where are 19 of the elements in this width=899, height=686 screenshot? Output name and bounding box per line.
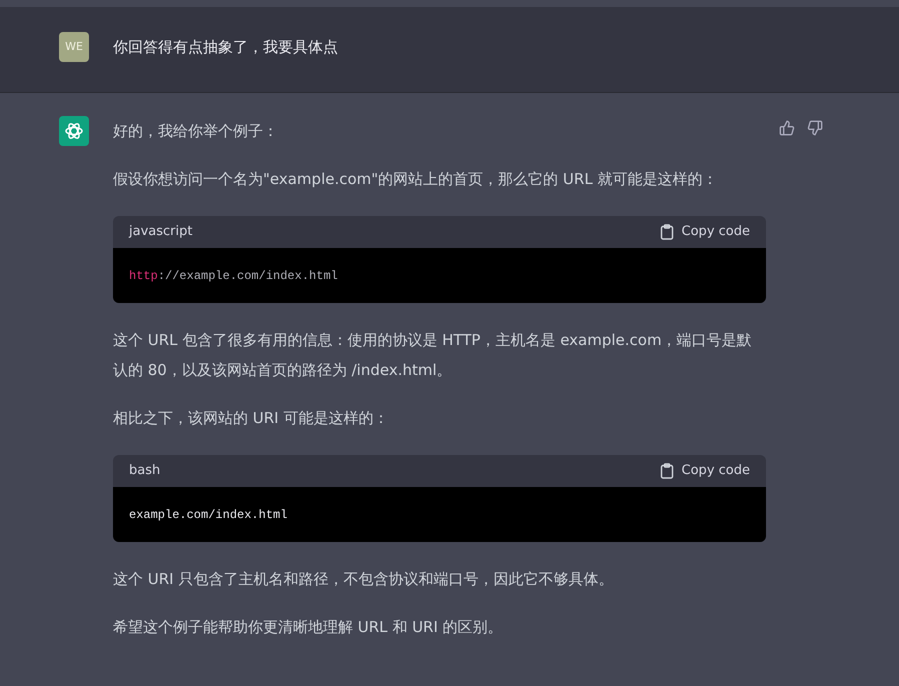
clipboard-icon [660, 224, 674, 240]
knot-logo-icon [64, 121, 84, 141]
message-paragraph: 好的，我给你举个例子： [113, 121, 279, 142]
copy-code-button[interactable]: Copy code [660, 222, 750, 242]
thumbs-up-icon[interactable] [779, 120, 795, 136]
user-avatar: WE [59, 32, 89, 62]
message-paragraph: 这个 URL 包含了很多有用的信息：使用的协议是 HTTP，主机名是 example.com，端口号是默认的 80，以及该网站首页的路径为 /index.html。 [113, 330, 753, 381]
code-line: http://example.com/index.html [129, 268, 338, 284]
message-paragraph: 相比之下，该网站的 URI 可能是这样的： [113, 408, 390, 429]
message-paragraph: 假设你想访问一个名为"example.com"的网站上的首页，那么它的 URL 就可能是这样的： [113, 169, 718, 190]
message-paragraph: 这个 URI 只包含了主机名和路径，不包含协议和端口号，因此它不够具体。 [113, 569, 614, 590]
code-line: example.com/index.html [129, 506, 288, 524]
code-language: bash [129, 462, 160, 480]
copy-code-button[interactable]: Copy code [660, 461, 750, 481]
code-language: javascript [129, 223, 192, 242]
user-message: 你回答得有点抽象了，我要具体点 [113, 37, 338, 58]
thumbs-down-icon[interactable] [807, 120, 823, 136]
clipboard-icon [660, 463, 674, 479]
message-paragraph: 希望这个例子能帮助你更清晰地理解 URL 和 URI 的区别。 [113, 617, 504, 638]
